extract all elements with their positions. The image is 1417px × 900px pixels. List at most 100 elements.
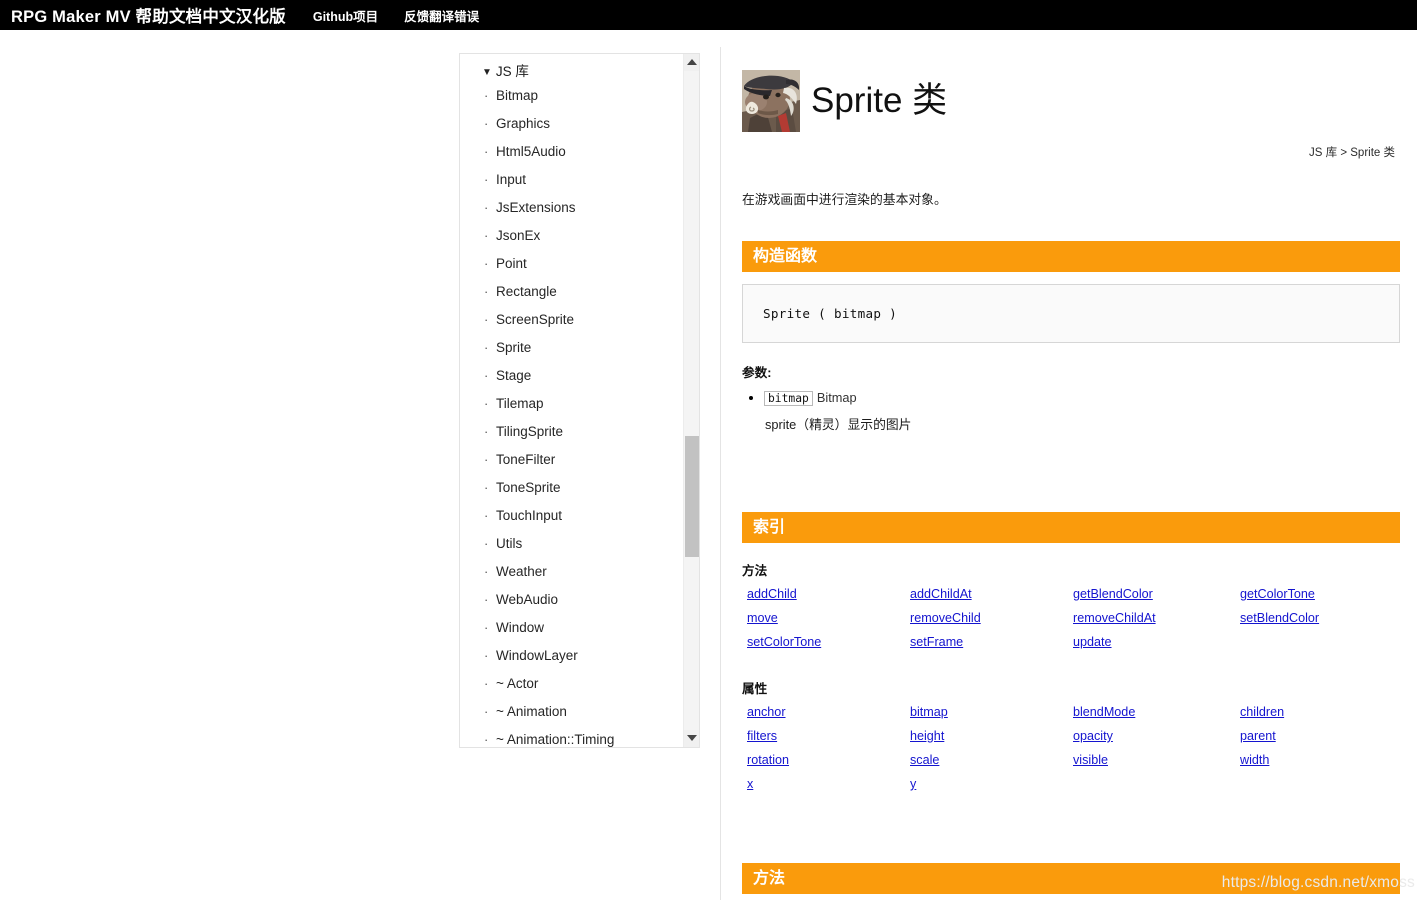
sidebar-item-input[interactable]: · Input (460, 166, 684, 194)
sidebar-item-label: ~ Animation::Timing (496, 732, 615, 747)
method-link-addchildat[interactable]: addChildAt (905, 582, 972, 606)
sidebar-item-jsonex[interactable]: · JsonEx (460, 222, 684, 250)
sidebar-item-windowlayer[interactable]: · WindowLayer (460, 642, 684, 670)
method-link-removechild[interactable]: removeChild (905, 606, 981, 630)
site-brand-title: RPG Maker MV 帮助文档中文汉化版 (11, 8, 286, 26)
sidebar-item-webaudio[interactable]: · WebAudio (460, 586, 684, 614)
sidebar-item-graphics[interactable]: · Graphics (460, 110, 684, 138)
bullet-icon: · (484, 620, 489, 635)
method-link-setframe[interactable]: setFrame (905, 630, 963, 654)
nav-link-github[interactable]: Github项目 (313, 6, 378, 25)
property-link-children[interactable]: children (1235, 700, 1284, 724)
sidebar-item-html5audio[interactable]: · Html5Audio (460, 138, 684, 166)
bullet-icon: · (484, 368, 489, 383)
property-link-parent[interactable]: parent (1235, 724, 1276, 748)
sidebar-item-rectangle[interactable]: · Rectangle (460, 278, 684, 306)
sidebar-item-tonesprite[interactable]: · ToneSprite (460, 474, 684, 502)
sidebar-item-label: Tilemap (496, 396, 544, 411)
sidebar-item-label: Weather (496, 564, 547, 579)
method-link-update[interactable]: update (1068, 630, 1112, 654)
sidebar-tree-items: · Bitmap · Graphics · Html5Audio · Input · JsExte… (460, 82, 684, 747)
sidebar-item-stage[interactable]: · Stage (460, 362, 684, 390)
sidebar-item-weather[interactable]: · Weather (460, 558, 684, 586)
property-link-y[interactable]: y (905, 772, 916, 796)
sidebar-item-label: Html5Audio (496, 144, 566, 159)
sidebar-item-label: JsExtensions (496, 200, 576, 215)
bullet-icon: · (484, 396, 489, 411)
scroll-up-arrow-icon[interactable] (684, 54, 699, 71)
method-link-addchild[interactable]: addChild (742, 582, 797, 606)
index-methods-label: 方法 (742, 564, 768, 578)
property-link-width[interactable]: width (1235, 748, 1269, 772)
sidebar-item-jsextensions[interactable]: · JsExtensions (460, 194, 684, 222)
sidebar-item-label: Utils (496, 536, 523, 551)
property-link-rotation[interactable]: rotation (742, 748, 789, 772)
sidebar-item-point[interactable]: · Point (460, 250, 684, 278)
sidebar-item-tilemap[interactable]: · Tilemap (460, 390, 684, 418)
sidebar-item-utils[interactable]: · Utils (460, 530, 684, 558)
sidebar-item-label: Bitmap (496, 88, 539, 103)
section-header-constructor: 构造函数 (742, 241, 1400, 272)
scrollbar-thumb[interactable] (685, 436, 699, 557)
sidebar-scrollbar[interactable] (683, 54, 699, 747)
sidebar-item-label: TilingSprite (496, 424, 564, 439)
sidebar-item-animation[interactable]: · ~ Animation (460, 698, 684, 726)
method-link-removechildat[interactable]: removeChildAt (1068, 606, 1156, 630)
sidebar-item-label: Input (496, 172, 527, 187)
sidebar-item-label: JsonEx (496, 228, 541, 243)
sidebar-item-animation-timing[interactable]: · ~ Animation::Timing (460, 726, 684, 747)
scroll-down-arrow-icon[interactable] (684, 730, 699, 747)
property-link-anchor[interactable]: anchor (742, 700, 786, 724)
main-content-inner: Sprite 类 JS 库 > Sprite 类 在游戏画面中进行渲染的基本对象… (721, 47, 1417, 900)
bullet-icon: · (484, 676, 489, 691)
property-link-visible[interactable]: visible (1068, 748, 1108, 772)
chevron-down-icon[interactable]: ▼ (482, 64, 492, 82)
method-link-move[interactable]: move (742, 606, 778, 630)
property-link-opacity[interactable]: opacity (1068, 724, 1113, 748)
parameter-type: Bitmap (816, 390, 857, 405)
page-title: Sprite 类 (811, 80, 948, 120)
bullet-icon: · (484, 144, 489, 159)
class-title-row: Sprite 类 (742, 70, 1400, 132)
method-link-setblendcolor[interactable]: setBlendColor (1235, 606, 1319, 630)
nav-link-feedback[interactable]: 反馈翻译错误 (404, 6, 479, 25)
method-link-getcolortone[interactable]: getColorTone (1235, 582, 1315, 606)
bullet-icon: · (484, 704, 489, 719)
bullet-icon: · (484, 648, 489, 663)
index-methods-link-grid: addChild addChildAt getBlendColor getColorT… (742, 582, 1400, 654)
sidebar-item-touchinput[interactable]: · TouchInput (460, 502, 684, 530)
sidebar-item-window[interactable]: · Window (460, 614, 684, 642)
bullet-icon: · (484, 228, 489, 243)
character-portrait-icon (742, 70, 800, 132)
bullet-icon: · (484, 508, 489, 523)
bullet-icon: · (484, 284, 489, 299)
index-properties-label: 属性 (742, 682, 768, 696)
sidebar-item-sprite[interactable]: · Sprite (460, 334, 684, 362)
sidebar-item-actor[interactable]: · ~ Actor (460, 670, 684, 698)
method-link-setcolortone[interactable]: setColorTone (742, 630, 821, 654)
sidebar-item-bitmap[interactable]: · Bitmap (460, 82, 684, 110)
property-link-scale[interactable]: scale (905, 748, 939, 772)
property-link-height[interactable]: height (905, 724, 944, 748)
bullet-icon: · (484, 200, 489, 215)
sidebar-tree-root-js-library[interactable]: ▼ JS 库 (460, 54, 684, 82)
sidebar-item-tilingsprite[interactable]: · TilingSprite (460, 418, 684, 446)
property-link-x[interactable]: x (742, 772, 753, 796)
constructor-signature-box: Sprite ( bitmap ) (742, 284, 1400, 343)
sidebar-item-label: ToneSprite (496, 480, 561, 495)
sidebar-tree-panel: ▼ JS 库 · Bitmap · Graphics · Html5Audio · Input ·… (459, 53, 700, 748)
section-header-methods: 方法 (742, 863, 1400, 894)
property-link-blendmode[interactable]: blendMode (1068, 700, 1135, 724)
sidebar-item-tonefilter[interactable]: · ToneFilter (460, 446, 684, 474)
property-link-bitmap[interactable]: bitmap (905, 700, 948, 724)
sidebar-tree-root-label: JS 库 (495, 64, 529, 79)
property-link-filters[interactable]: filters (742, 724, 777, 748)
method-link-getblendcolor[interactable]: getBlendColor (1068, 582, 1153, 606)
bullet-icon: · (484, 592, 489, 607)
index-properties-group: 属性 anchor bitmap blendMode children filters h… (742, 678, 1400, 796)
bullet-icon: · (484, 256, 489, 271)
sidebar-item-screensprite[interactable]: · ScreenSprite (460, 306, 684, 334)
bullet-icon: · (484, 452, 489, 467)
parameters-list: bitmapBitmap sprite（精灵）显示的图片 (742, 389, 1400, 434)
bullet-icon: · (484, 340, 489, 355)
